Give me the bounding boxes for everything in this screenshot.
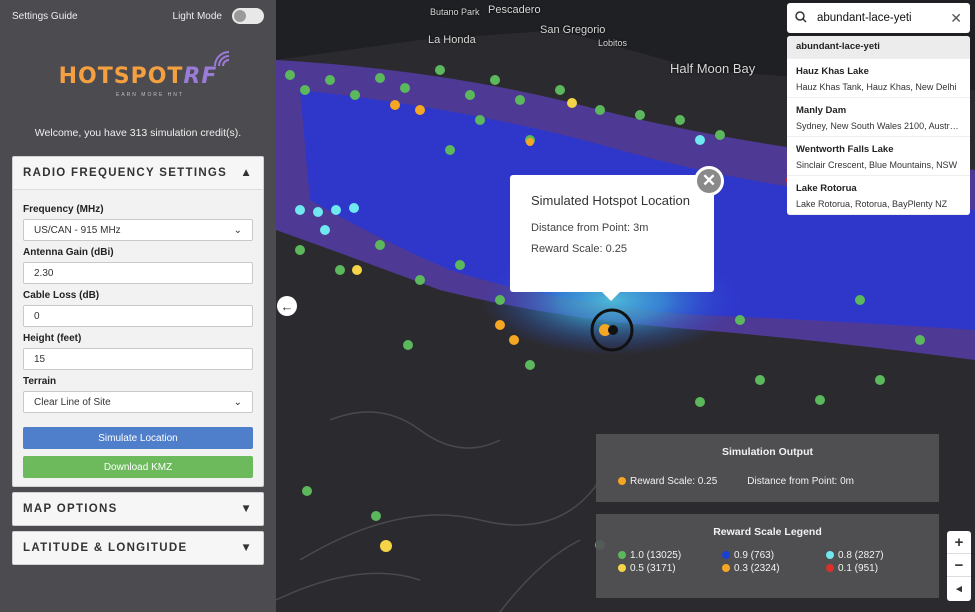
- light-mode-toggle[interactable]: [232, 8, 264, 24]
- sidebar: Settings Guide Light Mode HOTSPOTRF EARN…: [0, 0, 276, 612]
- place-half-moon-bay: Half Moon Bay: [670, 61, 756, 76]
- place-lobitos: Lobitos: [598, 38, 628, 48]
- rf-settings-header[interactable]: RADIO FREQUENCY SETTINGS ▲: [13, 157, 263, 189]
- clear-icon[interactable]: ✕: [950, 10, 962, 27]
- rf-settings-title: RADIO FREQUENCY SETTINGS: [23, 167, 228, 179]
- terrain-label: Terrain: [23, 376, 57, 387]
- place-pescadero: Pescadero: [488, 4, 541, 16]
- search-result[interactable]: Wentworth Falls Lake Sinclair Crescent, …: [787, 137, 970, 176]
- welcome-message: Welcome, you have 313 simulation credit(…: [34, 127, 242, 139]
- gain-input[interactable]: 2.30: [23, 262, 253, 284]
- legend-label: 0.8 (2827): [838, 550, 884, 561]
- hotspotrf-logo: HOTSPOTRF EARN MORE HNT: [12, 32, 264, 120]
- search-result[interactable]: Lake Rotorua Lake Rotorua, Rotorua, BayP…: [787, 176, 970, 215]
- popup-title: Simulated Hotspot Location: [531, 193, 690, 208]
- output-reward: Reward Scale: 0.25: [618, 476, 717, 487]
- map-options-panel[interactable]: MAP OPTIONS ▼: [12, 492, 264, 526]
- zoom-controls: + − ◂: [947, 531, 971, 601]
- legend-label: 0.9 (763): [734, 550, 775, 561]
- legend-dot: [722, 551, 730, 559]
- legend-dot: [722, 564, 730, 572]
- sidebar-topbar: Settings Guide Light Mode: [12, 0, 264, 32]
- legend-item: 0.9 (763): [722, 550, 826, 561]
- reward-legend-panel: Reward Scale Legend 1.0 (13025) 0.9 (763)…: [596, 514, 939, 598]
- simulation-output-panel: Simulation Output Reward Scale: 0.25 Dis…: [596, 434, 939, 502]
- search-icon: [795, 10, 807, 26]
- cable-loss-label: Cable Loss (dB): [23, 290, 100, 301]
- zoom-in-button[interactable]: +: [947, 531, 971, 554]
- close-icon: ✕: [701, 171, 717, 190]
- zoom-out-button[interactable]: −: [947, 554, 971, 577]
- rf-settings-panel: RADIO FREQUENCY SETTINGS ▲ Frequency (MH…: [12, 156, 264, 487]
- legend-grid: 1.0 (13025) 0.9 (763) 0.8 (2827) 0.5 (3171)…: [596, 550, 939, 574]
- popup-distance: Distance from Point: 3m: [531, 222, 649, 234]
- place-san-gregorio: San Gregorio: [540, 24, 606, 36]
- compass-button[interactable]: ◂: [947, 577, 971, 600]
- chevron-down-icon: ▼: [240, 503, 253, 515]
- popup-reward: Reward Scale: 0.25: [531, 243, 627, 255]
- search-input[interactable]: abundant-lace-yeti: [817, 12, 950, 24]
- legend-item: 0.8 (2827): [826, 550, 930, 561]
- simulation-output-values: Reward Scale: 0.25 Distance from Point: …: [596, 476, 939, 487]
- legend-dot: [826, 551, 834, 559]
- arrow-left-icon: ←: [280, 298, 294, 314]
- place-butano: Butano Park: [430, 7, 480, 17]
- map-options-title: MAP OPTIONS: [23, 503, 118, 515]
- output-distance: Distance from Point: 0m: [747, 476, 854, 487]
- cable-loss-input[interactable]: 0: [23, 305, 253, 327]
- search-result[interactable]: abundant-lace-yeti: [787, 36, 970, 59]
- legend-label: 0.3 (2324): [734, 563, 780, 574]
- search-result[interactable]: Hauz Khas Lake Hauz Khas Tank, Hauz Khas…: [787, 59, 970, 98]
- frequency-select[interactable]: US/CAN - 915 MHz ⌄: [23, 219, 253, 241]
- rf-settings-body: Frequency (MHz) US/CAN - 915 MHz ⌄ Anten…: [13, 189, 263, 486]
- latlong-panel[interactable]: LATITUDE & LONGITUDE ▼: [12, 531, 264, 565]
- logo-wordmark: HOTSPOTRF: [59, 50, 230, 89]
- search-result[interactable]: Manly Dam Sydney, New South Wales 2100, …: [787, 98, 970, 137]
- legend-item: 0.1 (951): [826, 563, 930, 574]
- frequency-label: Frequency (MHz): [23, 204, 104, 215]
- download-kmz-button[interactable]: Download KMZ: [23, 456, 253, 478]
- terrain-select[interactable]: Clear Line of Site ⌄: [23, 391, 253, 413]
- simulation-output-title: Simulation Output: [722, 446, 813, 458]
- search-bar[interactable]: abundant-lace-yeti ✕: [787, 3, 970, 33]
- logo-tagline: EARN MORE HNT: [116, 92, 184, 98]
- settings-guide-link[interactable]: Settings Guide: [12, 11, 78, 22]
- collapse-sidebar-button[interactable]: ←: [277, 296, 297, 316]
- place-la-honda: La Honda: [428, 34, 476, 46]
- legend-dot: [618, 551, 626, 559]
- hotspot-popup: Simulated Hotspot Location Distance from…: [510, 175, 714, 301]
- height-input[interactable]: 15: [23, 348, 253, 370]
- search-results: abundant-lace-yeti Hauz Khas Lake Hauz K…: [787, 36, 970, 215]
- chevron-down-icon: ▼: [240, 542, 253, 554]
- height-label: Height (feet): [23, 333, 82, 344]
- gain-label: Antenna Gain (dBi): [23, 247, 114, 258]
- legend-label: 1.0 (13025): [630, 550, 682, 561]
- signal-icon: [214, 50, 230, 66]
- chevron-up-icon: ▲: [240, 167, 253, 179]
- map-options-header[interactable]: MAP OPTIONS ▼: [13, 493, 263, 525]
- legend-title: Reward Scale Legend: [713, 526, 822, 538]
- legend-dot: [618, 564, 626, 572]
- chevron-down-icon: ⌄: [233, 396, 242, 408]
- chevron-down-icon: ⌄: [233, 224, 242, 236]
- latlong-header[interactable]: LATITUDE & LONGITUDE ▼: [13, 532, 263, 564]
- latlong-title: LATITUDE & LONGITUDE: [23, 542, 188, 554]
- legend-dot: [826, 564, 834, 572]
- simulate-location-button[interactable]: Simulate Location: [23, 427, 253, 449]
- legend-item: 0.3 (2324): [722, 563, 826, 574]
- legend-item: 0.5 (3171): [618, 563, 722, 574]
- popup-close-button[interactable]: ✕: [694, 166, 724, 196]
- legend-item: 1.0 (13025): [618, 550, 722, 561]
- light-mode-label: Light Mode: [172, 10, 222, 22]
- light-mode-control: Light Mode: [173, 8, 264, 24]
- legend-label: 0.5 (3171): [630, 563, 676, 574]
- legend-label: 0.1 (951): [838, 563, 879, 574]
- reward-dot: [618, 477, 626, 485]
